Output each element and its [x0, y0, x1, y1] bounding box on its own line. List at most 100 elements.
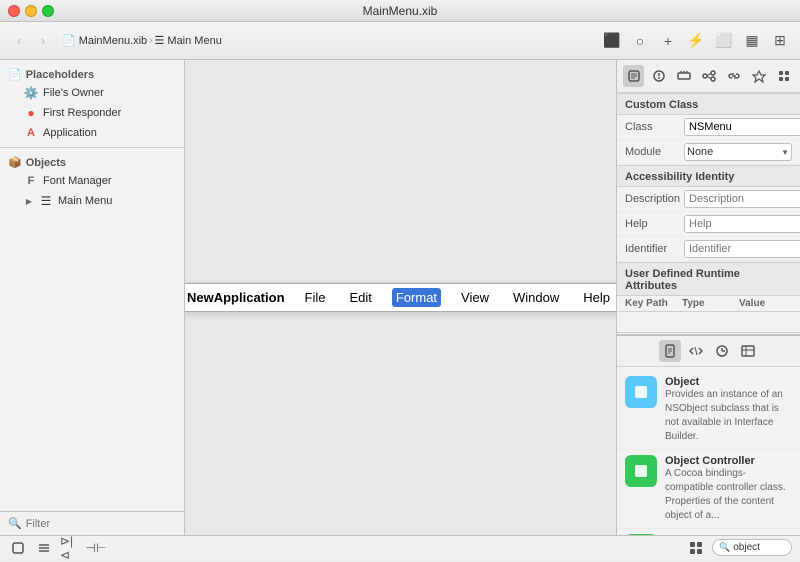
objects-header: 📦 Objects [0, 152, 184, 171]
menu-item-edit[interactable]: Edit [345, 288, 375, 307]
back-button[interactable]: ‹ [8, 30, 30, 52]
identifier-field-row: Identifier [617, 237, 800, 262]
user-defined-section: User Defined Runtime Attributes [617, 262, 800, 296]
main-layout: 📄 Placeholders ⚙️ File's Owner ● First R… [0, 60, 800, 535]
tree-item-application[interactable]: A Application [0, 123, 184, 143]
help-field-row: Help [617, 212, 800, 237]
module-label: Module [625, 146, 680, 158]
help-input[interactable] [684, 215, 800, 233]
bottom-search-icon: 🔍 [719, 542, 730, 553]
bottom-grid-btn[interactable] [686, 539, 706, 557]
menu-bar-preview: NewApplication File Edit Format View Win… [185, 283, 616, 312]
first-responder-icon: ● [24, 106, 38, 120]
breadcrumb-xib[interactable]: 📄 MainMenu.xib [62, 34, 147, 47]
tab-connections[interactable] [698, 65, 719, 87]
main-menu-icon: ☰ [39, 194, 53, 208]
bottom-bar: ⊳|⊲ ⊣⊢ 🔍 [0, 535, 800, 559]
toolbar: ‹ › 📄 MainMenu.xib › ☰ Main Menu ⬛ ○ + ⚡… [0, 22, 800, 60]
toolbar-view-btn-4[interactable]: ⚡ [684, 29, 708, 53]
help-label: Help [625, 218, 680, 230]
tab-library[interactable] [773, 65, 794, 87]
right-toolbar [617, 60, 800, 93]
maximize-button[interactable] [42, 5, 54, 17]
library-panel: Object Provides an instance of an NSObje… [617, 335, 800, 535]
toolbar-view-btn-3[interactable]: + [656, 29, 680, 53]
menu-item-file[interactable]: File [301, 288, 330, 307]
forward-button[interactable]: › [32, 30, 54, 52]
menu-item-format[interactable]: Format [392, 288, 441, 307]
files-owner-icon: ⚙️ [24, 86, 38, 100]
bottom-step-btn[interactable]: ⊣⊢ [86, 539, 106, 557]
title-bar: MainMenu.xib [0, 0, 800, 22]
module-dropdown-arrow: ▼ [781, 148, 789, 157]
description-field-row: Description [617, 187, 800, 212]
font-manager-icon: F [24, 174, 38, 188]
menu-item-window[interactable]: Window [509, 288, 563, 307]
toolbar-view-btn-6[interactable]: ▦ [740, 29, 764, 53]
class-label: Class [625, 121, 680, 133]
menu-item-view[interactable]: View [457, 288, 493, 307]
menu-item-help[interactable]: Help [579, 288, 614, 307]
tab-identity[interactable] [623, 65, 644, 87]
application-icon: A [24, 126, 38, 140]
module-field-row: Module None ▼ [617, 140, 800, 165]
kvc-key-header: Key Path [625, 298, 678, 309]
tab-size[interactable] [673, 65, 694, 87]
lib-tab-document[interactable] [659, 340, 681, 362]
lib-tab-circle[interactable] [711, 340, 733, 362]
lib-item-1-icon [625, 455, 657, 487]
module-dropdown[interactable]: None ▼ [684, 143, 792, 161]
lib-item-1[interactable]: Object Controller A Cocoa bindings-compa… [617, 450, 800, 529]
bottom-nav-btn[interactable]: ⊳|⊲ [60, 539, 80, 557]
filter-input[interactable] [26, 518, 176, 530]
bottom-list-btn[interactable] [34, 539, 54, 557]
bottom-add-btn[interactable] [8, 539, 28, 557]
menu-icon: ☰ [155, 34, 165, 47]
class-input-group: ▼ [684, 118, 800, 136]
identifier-label: Identifier [625, 243, 680, 255]
filter-wrap: 🔍 [8, 517, 176, 530]
tree-item-first-responder[interactable]: ● First Responder [0, 103, 184, 123]
lib-item-0[interactable]: Object Provides an instance of an NSObje… [617, 371, 800, 450]
toolbar-view-btn-5[interactable]: ⬜ [712, 29, 736, 53]
placeholders-header: 📄 Placeholders [0, 64, 184, 83]
close-button[interactable] [8, 5, 20, 17]
library-items: Object Provides an instance of an NSObje… [617, 367, 800, 535]
toolbar-view-btn-7[interactable]: ⊞ [768, 29, 792, 53]
kvc-value-header: Value [739, 298, 792, 309]
tree-item-main-menu[interactable]: ▶ ☰ Main Menu [0, 191, 184, 211]
left-panel: 📄 Placeholders ⚙️ File's Owner ● First R… [0, 60, 185, 535]
class-input[interactable] [684, 118, 800, 136]
breadcrumb: 📄 MainMenu.xib › ☰ Main Menu [62, 34, 222, 47]
tree-item-files-owner[interactable]: ⚙️ File's Owner [0, 83, 184, 103]
class-field-row: Class ▼ [617, 115, 800, 140]
kvc-type-header: Type [682, 298, 735, 309]
center-canvas: NewApplication File Edit Format View Win… [185, 60, 616, 535]
lib-tab-code[interactable] [685, 340, 707, 362]
accessibility-section: Accessibility Identity [617, 165, 800, 187]
tab-attributes[interactable] [648, 65, 669, 87]
description-input[interactable] [684, 190, 800, 208]
identifier-input[interactable] [684, 240, 800, 258]
breadcrumb-separator: › [149, 35, 152, 46]
tree-item-font-manager[interactable]: F Font Manager [0, 171, 184, 191]
app-name[interactable]: NewApplication [187, 290, 285, 305]
kvc-header: Key Path Type Value [617, 296, 800, 312]
section-divider [0, 147, 184, 148]
placeholders-icon: 📄 [8, 68, 22, 81]
lib-tab-table[interactable] [737, 340, 759, 362]
xib-icon: 📄 [62, 34, 76, 47]
tab-effects[interactable] [748, 65, 769, 87]
toolbar-view-btn-2[interactable]: ○ [628, 29, 652, 53]
traffic-lights [8, 5, 54, 17]
bottom-search-input[interactable] [733, 542, 783, 553]
minimize-button[interactable] [25, 5, 37, 17]
breadcrumb-menu[interactable]: ☰ Main Menu [155, 34, 222, 47]
toolbar-view-btn-1[interactable]: ⬛ [600, 29, 624, 53]
custom-class-section: Custom Class [617, 93, 800, 115]
nav-buttons: ‹ › [8, 30, 54, 52]
right-panel: Custom Class Class ▼ Module None ▼ Acces… [616, 60, 800, 535]
lib-item-1-text: Object Controller A Cocoa bindings-compa… [665, 455, 792, 523]
lib-item-0-icon [625, 376, 657, 408]
tab-bindings[interactable] [723, 65, 744, 87]
